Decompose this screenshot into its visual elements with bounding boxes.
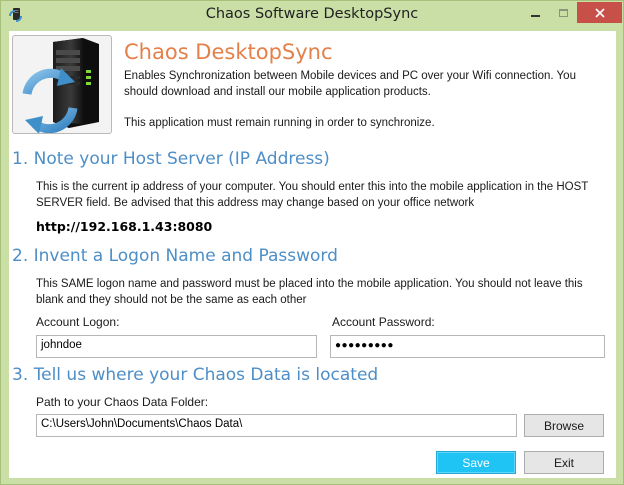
minimize-icon — [530, 15, 540, 17]
desktopsync-logo — [12, 35, 112, 134]
account-logon-label: Account Logon: — [36, 315, 120, 329]
account-password-label: Account Password: — [332, 315, 435, 329]
server-sync-icon — [22, 38, 99, 133]
app-window: Chaos Software DesktopSync Chaos Desktop… — [0, 0, 624, 485]
host-ip-address: http://192.168.1.43:8080 — [36, 219, 213, 234]
exit-button[interactable]: Exit — [524, 451, 604, 474]
close-icon — [594, 7, 605, 18]
section-host-server-description: This is the current ip address of your c… — [36, 181, 589, 209]
account-password-input[interactable]: ●●●●●●●●● — [330, 335, 605, 358]
minimize-button[interactable] — [522, 2, 548, 23]
maximize-icon — [558, 8, 568, 17]
data-folder-path-input[interactable]: C:\Users\John\Documents\Chaos Data\ — [36, 414, 517, 437]
section-data-location-title: 3. Tell us where your Chaos Data is loca… — [12, 365, 379, 385]
running-note: This application must remain running in … — [124, 117, 435, 129]
app-description: Enables Synchronization between Mobile d… — [124, 70, 576, 98]
browse-button[interactable]: Browse — [524, 414, 604, 437]
section-host-server-title: 1. Note your Host Server (IP Address) — [12, 149, 330, 169]
account-logon-input[interactable]: johndoe — [36, 335, 317, 358]
save-button[interactable]: Save — [436, 451, 516, 474]
app-title: Chaos DesktopSync — [124, 40, 333, 64]
section-logon-title: 2. Invent a Logon Name and Password — [12, 246, 338, 266]
close-button[interactable] — [577, 2, 622, 23]
title-bar[interactable]: Chaos Software DesktopSync — [1, 1, 623, 31]
data-folder-path-label: Path to your Chaos Data Folder: — [36, 395, 209, 409]
dialog-content: Chaos DesktopSync Enables Synchronizatio… — [9, 31, 616, 478]
maximize-button[interactable] — [550, 2, 576, 23]
section-logon-description: This SAME logon name and password must b… — [36, 278, 583, 306]
